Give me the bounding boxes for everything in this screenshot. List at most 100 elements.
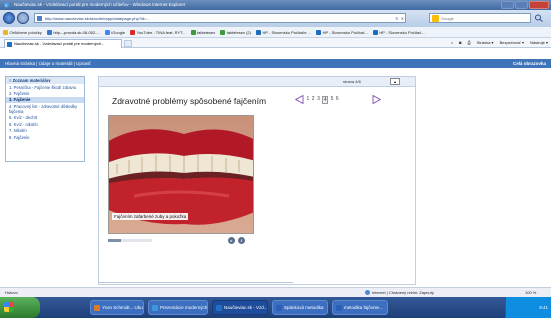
- media-progress-bar[interactable]: [108, 239, 152, 242]
- content-title: Zdravotné problémy spôsobené fajčením: [112, 96, 267, 106]
- address-toolbar: http://www.naucteviac.sk/sk/ucitel/app/d…: [0, 10, 551, 27]
- command-bar: ⌂ ◙ ⎙ Stránka ▾ Bezpečnosť ▾ Nástroje ▾: [451, 38, 548, 48]
- google-icon: [104, 29, 110, 35]
- site-navigation: Hlavná stránka | Údaje o materiáli | Upr…: [0, 59, 551, 68]
- globe-icon: [365, 290, 370, 295]
- favorite-label: HP - Slovensko Počítač...: [379, 29, 425, 35]
- status-text: Hotovo: [5, 290, 18, 295]
- folder-icon: [220, 29, 226, 35]
- command-page-menu[interactable]: Stránka ▾: [477, 38, 494, 48]
- site-nav-links[interactable]: Hlavná stránka | Údaje o materiáli | Upr…: [5, 61, 91, 66]
- windows-taskbar: Yvon Schmidt... Ubul Prezentácie modernýc…: [0, 297, 551, 318]
- internet-explorer-icon: e: [4, 3, 9, 7]
- app-icon: [94, 305, 100, 311]
- home-icon[interactable]: ⌂: [451, 38, 453, 48]
- favorite-item[interactable]: HP - Slovensko Počítače ...: [255, 29, 312, 35]
- close-button[interactable]: [529, 1, 549, 9]
- taskbar-label: Prezentácie moderných...: [160, 305, 208, 310]
- feeds-icon[interactable]: ◙: [459, 38, 461, 48]
- collapse-button[interactable]: ▴: [390, 78, 400, 85]
- app-icon: [276, 305, 282, 311]
- security-zone: Internet | Chránený režim: Zapnutý: [365, 288, 434, 297]
- window-title-bar: e Naučteviac.sk - Vzdelávací portál pre …: [0, 0, 551, 10]
- window-title: Naučteviac.sk - Vzdelávací portál pre mo…: [14, 2, 186, 7]
- page-indicator: strana 4/6: [343, 79, 361, 84]
- taskbar-button[interactable]: Yvon Schmidt... Ubul: [90, 300, 144, 315]
- taskbar-label: metodika fajčenie...: [344, 305, 383, 310]
- hp-icon: [372, 29, 378, 35]
- page-icon: [46, 29, 52, 35]
- materials-items: 1. Pesnička - Fajčenie škodí zdraviu 2. F…: [6, 84, 84, 140]
- favorite-label: YouTube - TINA feat. RYT...: [136, 29, 186, 35]
- address-url: http://www.naucteviac.sk/sk/ucitel/app/d…: [45, 16, 150, 21]
- favorite-item[interactable]: Obľúbené položky: [3, 29, 42, 35]
- taskbar-button[interactable]: Naučteviac.sk - Vzd...: [212, 300, 268, 315]
- status-bar: Hotovo Internet | Chránený režim: Zapnut…: [0, 287, 551, 297]
- app-icon: [216, 305, 222, 311]
- back-button[interactable]: [3, 12, 15, 24]
- search-input[interactable]: Google: [429, 13, 531, 23]
- forward-button[interactable]: [17, 12, 29, 24]
- refresh-icon[interactable]: ↻: [395, 14, 398, 22]
- favorite-item[interactable]: tabletesex: [190, 29, 215, 35]
- tab-label: Naučteviac.sk - Vzdelávací portál pre mo…: [14, 41, 105, 46]
- app-icon: [336, 305, 342, 311]
- content-panel: strana 4/6 ▴ Zdravotné problémy spôsoben…: [98, 76, 416, 285]
- play-icon[interactable]: ▸: [228, 237, 235, 244]
- page-number[interactable]: 1: [307, 96, 310, 104]
- page-indicator-bar: strana 4/6 ▴: [99, 77, 415, 87]
- favorite-item[interactable]: HP - Slovensko Počítač...: [316, 29, 368, 35]
- pause-icon[interactable]: ‖: [238, 237, 245, 244]
- taskbar-label: Naučteviac.sk - Vzd...: [224, 305, 268, 310]
- maximize-button[interactable]: [515, 1, 528, 9]
- favorite-label: iGoogle: [111, 29, 126, 35]
- windows-logo-icon: [4, 302, 14, 312]
- next-page-icon[interactable]: [372, 95, 381, 104]
- browser-tab[interactable]: Naučteviac.sk - Vzdelávací portál pre mo…: [4, 39, 122, 48]
- start-button[interactable]: [0, 297, 40, 318]
- page-number[interactable]: 6: [336, 96, 339, 104]
- favorite-item[interactable]: http---pravda.sk-08-052-...: [46, 29, 100, 35]
- favorite-label: Obľúbené položky: [9, 29, 42, 35]
- favorite-label: http---pravda.sk-08-052-...: [53, 29, 100, 35]
- materials-list-header: ≡ Zoznam materiálov: [6, 77, 84, 84]
- favorite-label: tabletesex (2): [226, 29, 251, 35]
- media-controls: ▸ ‖: [108, 236, 254, 245]
- favorite-item[interactable]: iGoogle: [104, 29, 126, 35]
- page-icon: [37, 16, 42, 21]
- taskbar-button[interactable]: Prezentácie moderných...: [148, 300, 208, 315]
- pager: 123456: [295, 94, 381, 105]
- system-tray: 9:41: [505, 297, 551, 318]
- app-icon: [152, 305, 158, 311]
- favorite-item[interactable]: HP - Slovensko Počítač...: [372, 29, 425, 35]
- favorites-bar: Obľúbené položky http---pravda.sk-08-052-…: [0, 27, 551, 38]
- favorite-item[interactable]: tabletesex (2): [220, 29, 251, 35]
- page-number[interactable]: 5: [331, 96, 334, 104]
- new-tab-button[interactable]: [124, 40, 132, 47]
- taskbar-label: Yvon Schmidt... Ubul: [102, 305, 144, 310]
- page-number[interactable]: 2: [312, 96, 315, 104]
- favorite-label: HP - Slovensko Počítače ...: [262, 29, 312, 35]
- stop-icon[interactable]: ✕: [401, 14, 404, 22]
- print-icon[interactable]: ⎙: [467, 38, 470, 48]
- taskbar-button[interactable]: Spánková metodika: [272, 300, 328, 315]
- minimize-button[interactable]: [501, 1, 514, 9]
- taskbar-button[interactable]: metodika fajčenie...: [332, 300, 388, 315]
- prev-page-icon[interactable]: [295, 95, 304, 104]
- materials-item[interactable]: 8. Fajčenie: [6, 134, 84, 140]
- command-tools-menu[interactable]: Nástroje ▾: [530, 38, 548, 48]
- fullscreen-link[interactable]: Celá obrazovka: [513, 59, 546, 68]
- media-progress-fill: [108, 239, 122, 242]
- favorite-item[interactable]: YouTube - TINA feat. RYT...: [130, 29, 186, 35]
- address-input[interactable]: http://www.naucteviac.sk/sk/ucitel/app/d…: [34, 13, 406, 23]
- command-safety-menu[interactable]: Bezpečnosť ▾: [500, 38, 524, 48]
- page-number[interactable]: 3: [317, 96, 320, 104]
- clock: 9:41: [539, 305, 548, 310]
- page-number[interactable]: 4: [322, 95, 329, 104]
- materials-item[interactable]: 4. Pracovný list - zdravotné dôsledky fa…: [6, 103, 84, 115]
- star-icon: [3, 29, 8, 35]
- materials-item[interactable]: 1. Pesnička - Fajčenie škodí zdraviu: [6, 84, 84, 90]
- zoom-level[interactable]: 100 %: [525, 288, 536, 297]
- google-icon: [432, 15, 439, 22]
- search-icon[interactable]: [534, 14, 544, 22]
